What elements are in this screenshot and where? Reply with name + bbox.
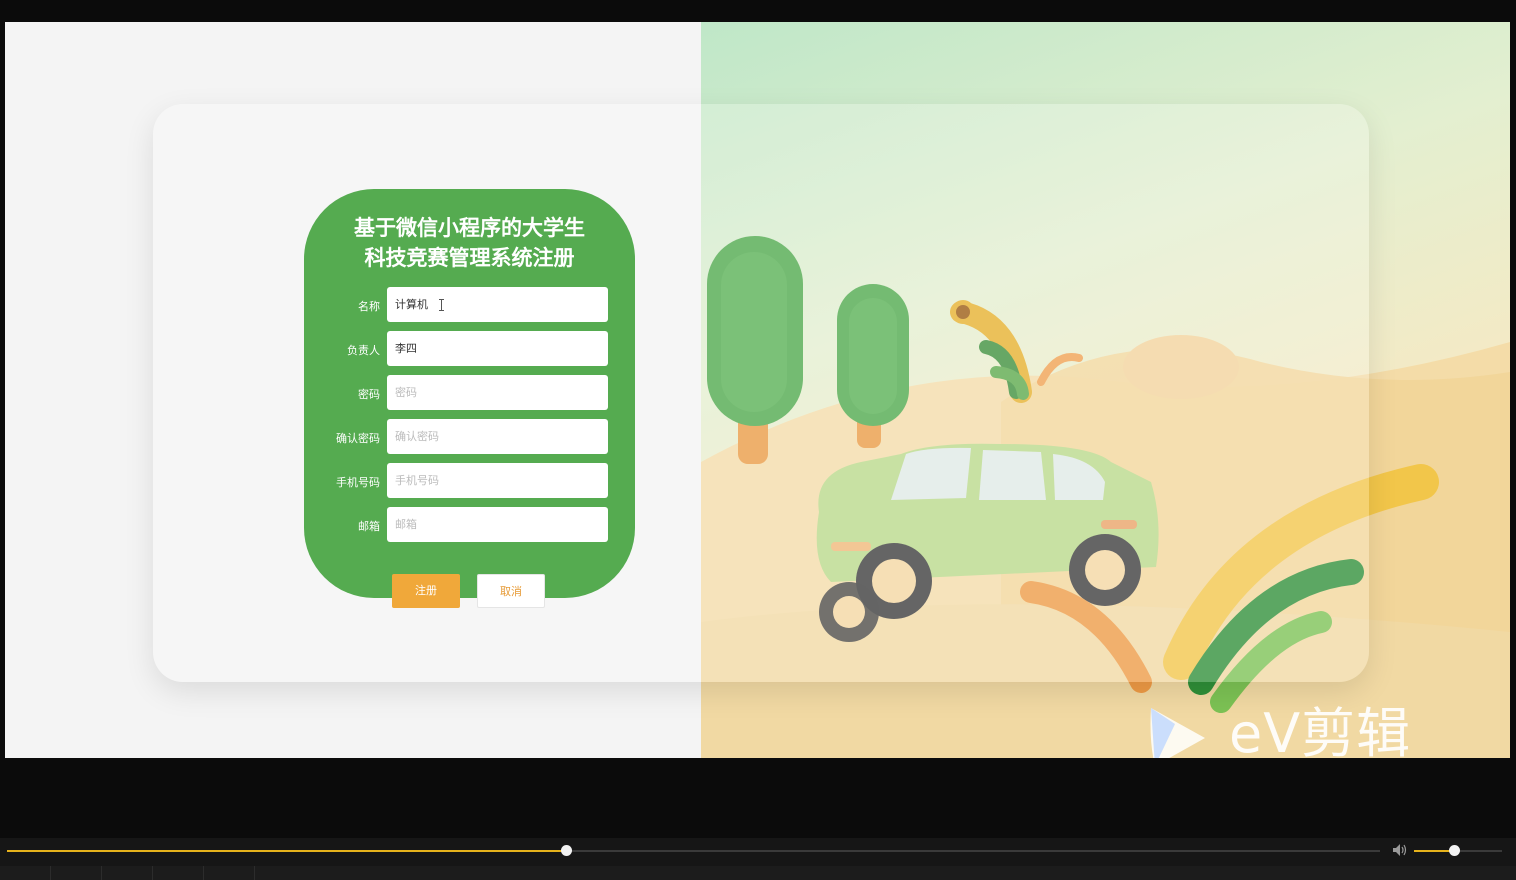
field-row-name: 名称 计算机 [304,287,635,323]
field-row-email: 邮箱 邮箱 [304,507,635,543]
field-label-password: 密码 [358,388,380,401]
owner-input[interactable]: 李四 [387,331,608,366]
register-form: 基于微信小程序的大学生 科技竞赛管理系统注册 名称 计算机 负责人 李四 密码 … [304,189,635,608]
cancel-button[interactable]: 取消 [477,574,545,608]
field-row-confirm-password: 确认密码 确认密码 [304,419,635,455]
field-label-email: 邮箱 [358,520,380,533]
volume-fill [1414,850,1454,852]
progress-fill [7,850,566,852]
field-label-owner: 负责人 [347,344,380,357]
video-frame: 基于微信小程序的大学生 科技竞赛管理系统注册 名称 计算机 负责人 李四 密码 … [5,22,1510,758]
field-label-phone: 手机号码 [336,476,380,489]
register-button[interactable]: 注册 [392,574,460,608]
phone-input[interactable]: 手机号码 [387,463,608,498]
toolbar-slot[interactable] [153,866,204,880]
ev-watermark: eV剪辑 [1145,702,1445,758]
password-input[interactable]: 密码 [387,375,608,410]
form-title: 基于微信小程序的大学生 科技竞赛管理系统注册 [304,213,635,273]
confirm-password-input[interactable]: 确认密码 [387,419,608,454]
player-controls [0,838,1516,880]
form-title-line2: 科技竞赛管理系统注册 [364,246,575,270]
toolbar-slot[interactable] [0,866,51,880]
email-input[interactable]: 邮箱 [387,507,608,542]
field-row-owner: 负责人 李四 [304,331,635,367]
bottom-toolbar-strip [0,866,1516,880]
play-logo-icon [1150,708,1205,758]
field-row-phone: 手机号码 手机号码 [304,463,635,499]
progress-track[interactable] [7,845,1380,856]
text-cursor-icon [439,299,444,311]
volume-icon[interactable] [1392,843,1408,857]
progress-knob[interactable] [560,845,572,856]
toolbar-slot[interactable] [51,866,102,880]
form-title-line1: 基于微信小程序的大学生 [354,216,585,240]
field-label-name: 名称 [358,300,380,313]
toolbar-slot[interactable] [102,866,153,880]
volume-knob[interactable] [1448,845,1460,856]
field-label-confirm-password: 确认密码 [336,432,380,445]
toolbar-slot[interactable] [204,866,255,880]
watermark-text: eV剪辑 [1229,702,1412,758]
name-input[interactable]: 计算机 [387,287,608,322]
field-row-password: 密码 密码 [304,375,635,411]
volume-track[interactable] [1414,845,1502,856]
